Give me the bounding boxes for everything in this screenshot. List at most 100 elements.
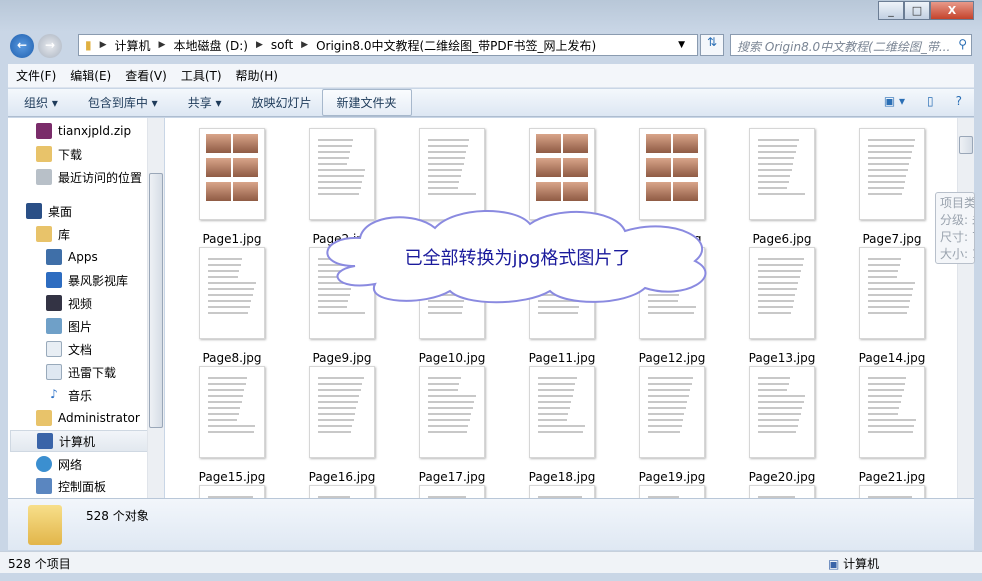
file-item[interactable]: Page8.jpg (182, 247, 282, 365)
share-button[interactable]: 共享 ▾ (188, 94, 222, 111)
file-item[interactable] (292, 485, 392, 498)
title-bar: _ □ X (0, 0, 982, 32)
file-name: Page20.jpg (748, 470, 816, 484)
file-item[interactable] (622, 485, 722, 498)
user-folder-icon (36, 410, 52, 426)
tooltip-line: 尺寸: 79 (940, 230, 974, 244)
nav-item-network[interactable]: 网络 (36, 453, 82, 475)
file-item[interactable]: Page16.jpg (292, 366, 392, 484)
nav-scroll-thumb[interactable] (149, 173, 163, 428)
address-bar[interactable]: ▮ ▶ 计算机 ▶ 本地磁盘 (D:) ▶ soft ▶ Origin8.0中文教程(二… (78, 34, 698, 56)
nav-label: 桌面 (48, 204, 73, 219)
thumbnail (749, 128, 815, 220)
chevron-down-icon[interactable]: ▼ (678, 40, 685, 50)
new-folder-button[interactable]: 新建文件夹 (321, 89, 412, 116)
thumbnail (199, 485, 265, 498)
file-item[interactable]: Page6.jpg (732, 128, 832, 246)
breadcrumb-folder[interactable]: Origin8.0中文教程(二维绘图_带PDF书签_网上发布) (316, 37, 596, 54)
menu-view[interactable]: 查看(V) (125, 67, 167, 84)
menu-file[interactable]: 文件(F) (16, 67, 56, 84)
thumbnail (749, 247, 815, 339)
back-button[interactable]: ← (10, 34, 34, 58)
nav-item-xunlei[interactable]: 迅雷下载 (46, 361, 116, 383)
search-icon[interactable]: ⚲ (958, 37, 967, 51)
nav-label: tianxjpld.zip (58, 124, 132, 138)
network-icon (36, 456, 52, 472)
file-item[interactable]: Page21.jpg (842, 366, 942, 484)
nav-item-baofeng[interactable]: 暴风影视库 (46, 269, 128, 291)
maximize-button[interactable]: □ (904, 1, 930, 20)
thumbnail (199, 128, 265, 220)
file-item[interactable]: Page18.jpg (512, 366, 612, 484)
help-icon[interactable]: ? (956, 94, 962, 108)
zip-icon (36, 123, 52, 139)
nav-item-recent[interactable]: 最近访问的位置 (36, 166, 142, 188)
minimize-button[interactable]: _ (878, 1, 904, 20)
breadcrumb-soft[interactable]: soft (271, 38, 293, 52)
nav-item-libraries[interactable]: 库 (36, 223, 70, 245)
file-item[interactable]: Page13.jpg (732, 247, 832, 365)
nav-label: 音乐 (68, 388, 93, 403)
file-item[interactable]: Page14.jpg (842, 247, 942, 365)
file-item[interactable]: Page20.jpg (732, 366, 832, 484)
organize-button[interactable]: 组织 ▾ (24, 94, 58, 111)
content-scrollbar[interactable] (957, 118, 974, 498)
file-item[interactable] (402, 485, 502, 498)
nav-item-videos[interactable]: 视频 (46, 292, 92, 314)
file-item[interactable] (842, 485, 942, 498)
video-library-icon (46, 272, 62, 288)
view-options-icon[interactable]: ▣ ▾ (884, 94, 905, 108)
include-in-library-button[interactable]: 包含到库中 ▾ (88, 94, 158, 111)
menu-help[interactable]: 帮助(H) (236, 67, 278, 84)
file-name: Page21.jpg (858, 470, 926, 484)
menu-edit[interactable]: 编辑(E) (70, 67, 111, 84)
nav-item-music[interactable]: ♪ 音乐 (46, 384, 92, 406)
refresh-button[interactable]: ⇅ (700, 34, 724, 56)
forward-button[interactable]: → (38, 34, 62, 58)
file-item[interactable] (182, 485, 282, 498)
file-name: Page1.jpg (202, 232, 262, 246)
file-item[interactable]: Page1.jpg (182, 128, 282, 246)
nav-label: Administrator (58, 411, 140, 425)
nav-item-pictures[interactable]: 图片 (46, 315, 92, 337)
file-item[interactable]: Page7.jpg (842, 128, 942, 246)
file-item[interactable]: Page19.jpg (622, 366, 722, 484)
preview-pane-icon[interactable]: ▯ (927, 94, 934, 108)
file-item[interactable] (732, 485, 832, 498)
menu-bar: 文件(F) 编辑(E) 查看(V) 工具(T) 帮助(H) (8, 64, 974, 88)
computer-icon: ▣ (828, 557, 844, 571)
nav-item-desktop[interactable]: 桌面 (26, 200, 72, 222)
menu-tools[interactable]: 工具(T) (181, 67, 222, 84)
file-item[interactable]: Page15.jpg (182, 366, 282, 484)
control-panel-icon (36, 478, 52, 494)
file-name: Page11.jpg (528, 351, 596, 365)
thumbnail (199, 247, 265, 339)
file-name: Page10.jpg (418, 351, 486, 365)
close-button[interactable]: X (930, 1, 974, 20)
nav-item[interactable]: tianxjpld.zip (36, 120, 131, 142)
breadcrumb-computer[interactable]: 计算机 (115, 37, 151, 54)
nav-item-downloads[interactable]: 下载 (36, 143, 82, 165)
breadcrumb-drive[interactable]: 本地磁盘 (D:) (173, 37, 247, 54)
file-name: Page16.jpg (308, 470, 376, 484)
tooltip-line: 项目类型 (940, 196, 975, 210)
nav-item-apps[interactable]: Apps (46, 246, 98, 268)
thumbnail (859, 247, 925, 339)
file-item[interactable]: Page17.jpg (402, 366, 502, 484)
content-scroll-thumb[interactable] (959, 136, 973, 154)
file-name: Page8.jpg (202, 351, 262, 365)
nav-item-administrator[interactable]: Administrator (36, 407, 140, 429)
nav-scrollbar[interactable] (147, 118, 164, 498)
downloads-folder-icon (36, 146, 52, 162)
nav-item-computer[interactable]: 计算机 (10, 430, 148, 452)
nav-item-control-panel[interactable]: 控制面板 (36, 475, 106, 497)
nav-label: 图片 (68, 319, 93, 334)
tooltip-line: 分级: 未 (940, 213, 974, 227)
search-input[interactable]: 搜索 Origin8.0中文教程(二维绘图_带... ⚲ (730, 34, 972, 56)
thumbnail (309, 366, 375, 458)
nav-item-documents[interactable]: 文档 (46, 338, 92, 360)
thumbnail (639, 485, 705, 498)
pictures-icon (46, 318, 62, 334)
slideshow-button[interactable]: 放映幻灯片 (252, 94, 312, 111)
file-item[interactable] (512, 485, 612, 498)
